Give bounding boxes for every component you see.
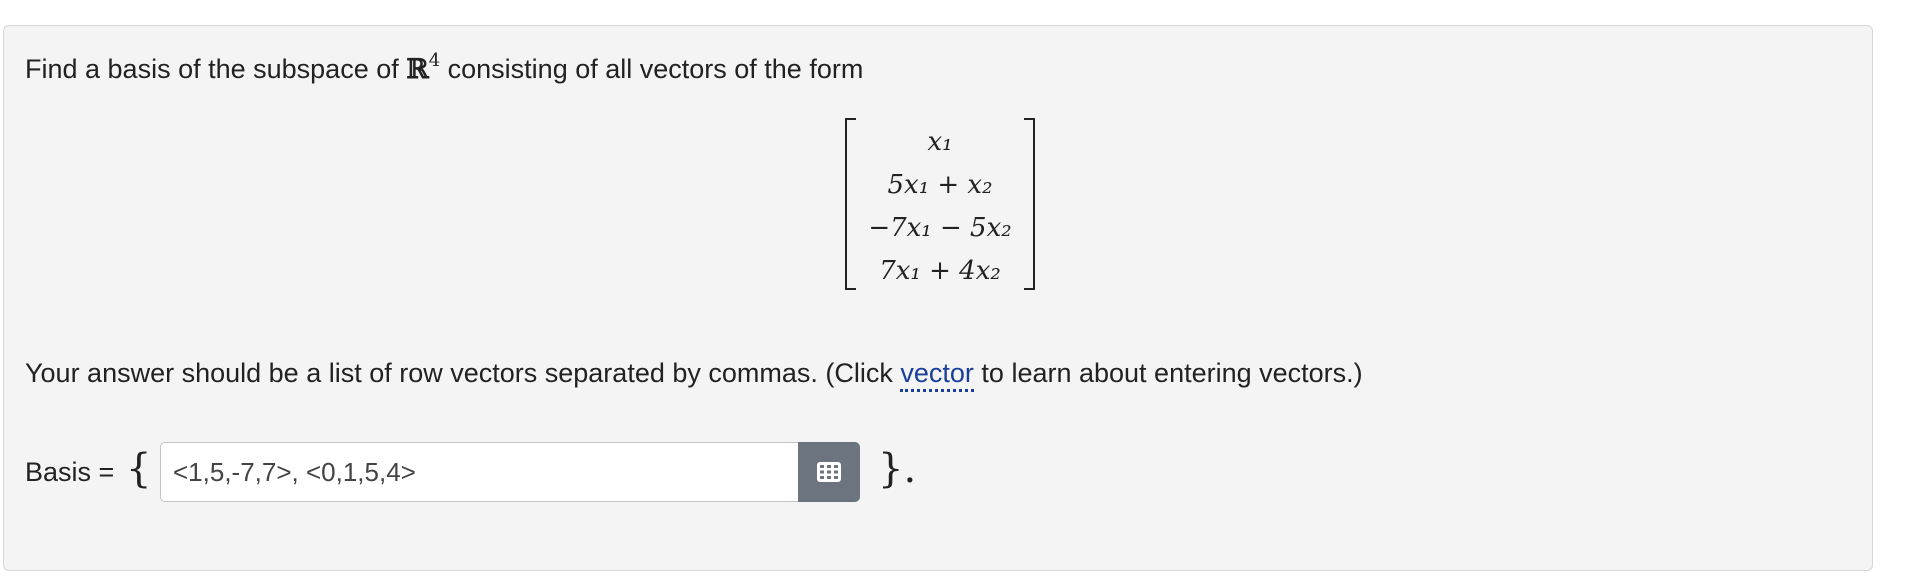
open-brace: { (126, 446, 152, 492)
question-text: Find a basis of the subspace of ℝ4 consi… (25, 50, 864, 86)
basis-label: Basis = (25, 457, 115, 487)
right-bracket (1024, 118, 1035, 290)
question-text-after: consisting of all vectors of the form (440, 54, 864, 84)
keyboard-icon (817, 462, 841, 482)
close-brace: }. (878, 446, 917, 492)
matrix-row: x₁ (927, 127, 953, 157)
instructions-before-link: Your answer should be a list of row vect… (25, 358, 901, 388)
instructions-after-link: to learn about entering vectors.) (973, 358, 1363, 388)
matrix-row: 7x₁ + 4x₂ (879, 256, 1001, 286)
math-keyboard-button[interactable] (798, 442, 860, 502)
matrix-row: −7x₁ − 5x₂ (868, 213, 1012, 243)
question-text-before: Find a basis of the subspace of (25, 54, 407, 84)
real-space-symbol: ℝ (406, 54, 429, 85)
space-exponent: 4 (428, 50, 441, 71)
matrix-row: 5x₁ + x₂ (887, 170, 993, 200)
vector-help-link[interactable]: vector (900, 358, 974, 392)
vector-matrix: x₁ 5x₁ + x₂ −7x₁ − 5x₂ 7x₁ + 4x₂ (845, 118, 1035, 290)
answer-input-group: <1,5,-7,7>, <0,1,5,4> (160, 442, 860, 502)
instructions-text: Your answer should be a list of row vect… (25, 357, 1363, 392)
matrix-rows: x₁ 5x₁ + x₂ −7x₁ − 5x₂ 7x₁ + 4x₂ (855, 121, 1025, 293)
answer-input[interactable]: <1,5,-7,7>, <0,1,5,4> (160, 442, 798, 502)
